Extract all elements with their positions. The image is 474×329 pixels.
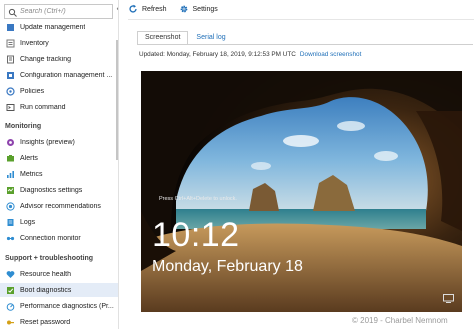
- sidebar-item-label: Logs: [20, 218, 36, 226]
- sidebar-item-connection-monitor[interactable]: Connection monitor: [0, 231, 118, 245]
- lockscreen-date: Monday, February 18: [152, 258, 303, 275]
- sidebar-item-label: Policies: [20, 87, 45, 95]
- sidebar-item-label: Alerts: [20, 154, 38, 162]
- sidebar-item-inventory[interactable]: Inventory: [0, 36, 118, 50]
- sidebar-scrollbar[interactable]: [116, 40, 118, 160]
- sidebar-item-label: Boot diagnostics: [20, 286, 72, 294]
- download-screenshot-link[interactable]: Download screenshot: [300, 51, 361, 58]
- search-box[interactable]: [4, 4, 113, 19]
- logs-icon: [6, 218, 15, 227]
- alerts-icon: [6, 154, 15, 163]
- sidebar-item-policies[interactable]: Policies: [0, 84, 118, 98]
- reset-password-icon: [6, 318, 15, 327]
- sidebar-item-label: Resource health: [20, 270, 71, 278]
- sidebar-item-performance-diagnostics-pr[interactable]: Performance diagnostics (Pr...: [0, 299, 118, 313]
- toolbar: Refresh Settings: [128, 0, 474, 18]
- copyright-watermark: © 2019 - Charbel Nemnom: [352, 316, 448, 325]
- settings-label: Settings: [192, 5, 218, 13]
- sidebar-item-reset-password[interactable]: Reset password: [0, 315, 118, 329]
- tab-serial-log[interactable]: Serial log: [188, 31, 233, 45]
- connection-monitor-icon: [6, 234, 15, 243]
- collapse-sidebar-button[interactable]: «: [115, 3, 118, 13]
- sidebar-item-boot-diagnostics[interactable]: Boot diagnostics: [0, 283, 118, 297]
- sidebar-item-label: Metrics: [20, 170, 43, 178]
- settings-button[interactable]: Settings: [179, 4, 218, 14]
- sidebar-item-label: Inventory: [20, 39, 49, 47]
- sidebar-item-alerts[interactable]: Alerts: [0, 151, 118, 165]
- sidebar: « Update management Inventory Change track…: [0, 0, 119, 329]
- resource-health-icon: [6, 270, 15, 279]
- diagnostics-settings-icon: [6, 186, 15, 195]
- sidebar-item-resource-health[interactable]: Resource health: [0, 267, 118, 281]
- sidebar-item-metrics[interactable]: Metrics: [0, 167, 118, 181]
- boot-diagnostics-icon: [6, 286, 15, 295]
- sidebar-item-label: Change tracking: [20, 55, 71, 63]
- configuration-icon: [6, 71, 15, 80]
- sidebar-item-configuration-management[interactable]: Configuration management ...: [0, 68, 118, 82]
- boot-screenshot-image: Press Ctrl+Alt+Delete to unlock. 10:12 M…: [141, 71, 462, 312]
- lockscreen-time: 10:12: [152, 216, 240, 254]
- sidebar-item-change-tracking[interactable]: Change tracking: [0, 52, 118, 66]
- policies-icon: [6, 86, 15, 96]
- sidebar-item-label: Performance diagnostics (Pr...: [20, 302, 114, 310]
- inventory-icon: [6, 39, 15, 48]
- update-icon: [6, 23, 15, 32]
- sidebar-item-label: Run command: [20, 103, 66, 111]
- refresh-icon: [128, 4, 138, 14]
- sidebar-item-label: Advisor recommendations: [20, 202, 101, 210]
- monitor-icon: [443, 294, 454, 303]
- tab-bar: Screenshot Serial log: [137, 31, 234, 45]
- sidebar-item-label: Insights (preview): [20, 138, 75, 146]
- sidebar-item-diagnostics-settings[interactable]: Diagnostics settings: [0, 183, 118, 197]
- sidebar-item-label: Connection monitor: [20, 234, 81, 242]
- sidebar-item-run-command[interactable]: Run command: [0, 100, 118, 114]
- advisor-icon: [6, 201, 15, 211]
- sidebar-item-update-management[interactable]: Update management: [0, 20, 118, 34]
- refresh-button[interactable]: Refresh: [128, 4, 167, 14]
- section-title-monitoring: Monitoring: [5, 123, 42, 130]
- run-command-icon: [6, 103, 15, 112]
- unlock-hint: Press Ctrl+Alt+Delete to unlock.: [159, 196, 237, 202]
- sidebar-item-label: Reset password: [20, 318, 71, 326]
- performance-diagnostics-icon: [6, 302, 15, 311]
- sidebar-item-label: Configuration management ...: [20, 71, 113, 79]
- metrics-icon: [6, 170, 15, 179]
- section-title-support: Support + troubleshooting: [5, 255, 94, 262]
- change-tracking-icon: [6, 55, 15, 64]
- search-icon: [8, 6, 18, 18]
- tab-screenshot[interactable]: Screenshot: [137, 31, 189, 45]
- updated-timestamp: Updated: Monday, February 18, 2019, 9:12…: [139, 51, 296, 58]
- gear-icon: [179, 4, 189, 14]
- sidebar-item-insights-preview[interactable]: Insights (preview): [0, 135, 118, 149]
- refresh-label: Refresh: [142, 5, 167, 13]
- toolbar-divider: [128, 19, 474, 20]
- insights-icon: [6, 138, 15, 147]
- sidebar-item-logs[interactable]: Logs: [0, 215, 118, 229]
- search-input[interactable]: [20, 6, 110, 17]
- tab-underline: [137, 44, 473, 45]
- sidebar-item-label: Diagnostics settings: [20, 186, 83, 194]
- sidebar-item-advisor-recommendations[interactable]: Advisor recommendations: [0, 199, 118, 213]
- sidebar-item-label: Update management: [20, 23, 86, 31]
- updated-line: Updated: Monday, February 18, 2019, 9:12…: [139, 51, 361, 58]
